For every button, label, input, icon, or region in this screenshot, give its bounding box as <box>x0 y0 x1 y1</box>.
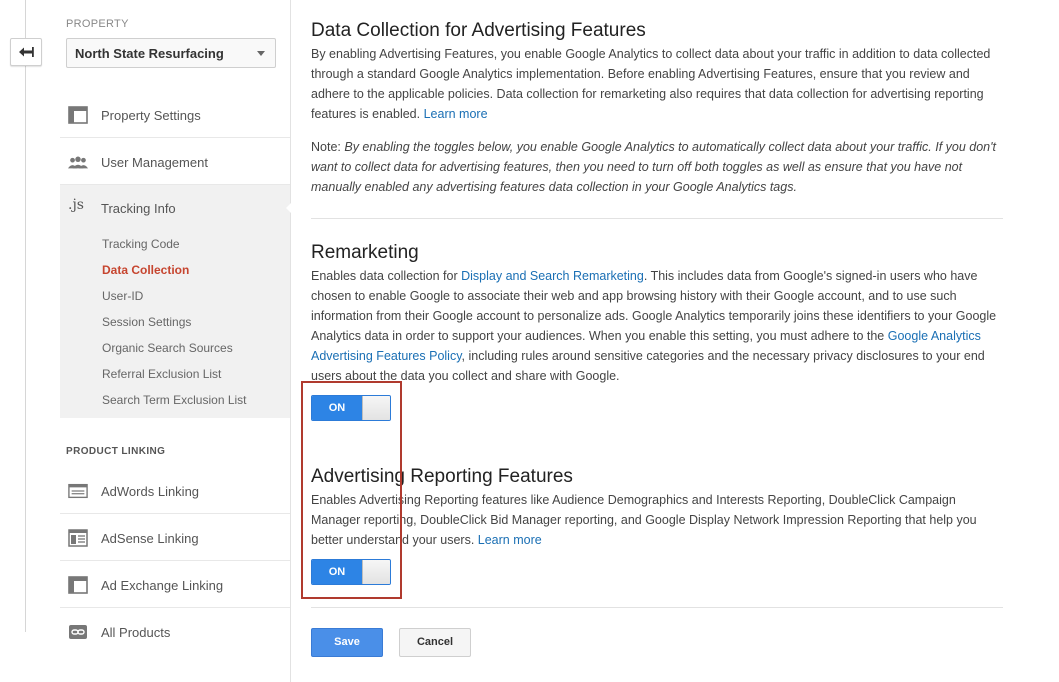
ad-exchange-icon <box>68 576 88 594</box>
data-collection-heading: Data Collection for Advertising Features <box>311 20 646 41</box>
subitem-session-settings[interactable]: Session Settings <box>102 315 191 329</box>
save-button[interactable]: Save <box>311 628 383 657</box>
remarketing-link[interactable]: Display and Search Remarketing <box>461 269 644 283</box>
property-select[interactable]: North State Resurfacing <box>66 38 276 68</box>
sidebar-item-label: AdWords Linking <box>101 484 200 499</box>
learn-more-link[interactable]: Learn more <box>478 533 542 547</box>
chevron-down-icon <box>257 51 265 56</box>
sidebar-item-adsense-linking[interactable]: AdSense Linking <box>60 515 290 561</box>
sidebar-item-user-management[interactable]: User Management <box>60 139 290 185</box>
back-rail <box>25 0 26 632</box>
link-icon <box>69 625 87 639</box>
subitem-search-term-exclusion-list[interactable]: Search Term Exclusion List <box>102 393 247 407</box>
property-label: PROPERTY <box>66 18 129 30</box>
advertising-reporting-heading: Advertising Reporting Features <box>311 466 573 487</box>
advertising-reporting-text: Enables Advertising Reporting features l… <box>311 493 977 547</box>
subitem-organic-search-sources[interactable]: Organic Search Sources <box>102 341 233 355</box>
sidebar-item-ad-exchange-linking[interactable]: Ad Exchange Linking <box>60 562 290 608</box>
advertising-reporting-toggle[interactable]: ON <box>311 559 391 585</box>
tracking-info-group: .js Tracking Info Tracking Code Data Col… <box>60 185 290 418</box>
toggle-knob <box>362 560 390 584</box>
sidebar-item-tracking-info[interactable]: .js Tracking Info <box>60 185 290 231</box>
back-button[interactable] <box>10 38 42 66</box>
toggle-on-label: ON <box>312 560 362 584</box>
toggle-knob <box>362 396 390 420</box>
sidebar-item-label: User Management <box>101 155 208 170</box>
subitem-user-id[interactable]: User-ID <box>102 289 143 303</box>
sidebar-item-label: Tracking Info <box>101 201 176 216</box>
js-icon: .js <box>68 197 84 213</box>
sidebar-divider <box>290 0 291 682</box>
active-item-pointer <box>286 201 293 215</box>
sidebar-item-label: All Products <box>101 625 171 640</box>
property-select-value: North State Resurfacing <box>75 46 224 61</box>
learn-more-link[interactable]: Learn more <box>424 107 488 121</box>
remarketing-description: Enables data collection for Display and … <box>311 266 1003 386</box>
subitem-data-collection[interactable]: Data Collection <box>102 263 189 277</box>
data-collection-text: By enabling Advertising Features, you en… <box>311 47 991 121</box>
property-settings-icon <box>68 106 88 124</box>
sidebar-item-adwords-linking[interactable]: AdWords Linking <box>60 468 290 514</box>
product-linking-heading: PRODUCT LINKING <box>66 446 166 457</box>
note-label: Note: <box>311 140 341 154</box>
section-divider <box>311 218 1003 219</box>
advertising-reporting-description: Enables Advertising Reporting features l… <box>311 490 1003 550</box>
back-arrow-icon <box>19 47 34 57</box>
remarketing-toggle[interactable]: ON <box>311 395 391 421</box>
adwords-icon <box>68 483 88 499</box>
users-icon <box>68 156 88 169</box>
note-paragraph: Note: By enabling the toggles below, you… <box>311 137 1003 197</box>
sidebar-item-all-products[interactable]: All Products <box>60 609 290 655</box>
note-text: By enabling the toggles below, you enabl… <box>311 140 996 194</box>
subitem-tracking-code[interactable]: Tracking Code <box>102 237 180 251</box>
sidebar-item-property-settings[interactable]: Property Settings <box>60 92 290 138</box>
sidebar-item-label: AdSense Linking <box>101 531 199 546</box>
cancel-button[interactable]: Cancel <box>399 628 471 657</box>
subitem-referral-exclusion-list[interactable]: Referral Exclusion List <box>102 367 221 381</box>
toggle-on-label: ON <box>312 396 362 420</box>
data-collection-description: By enabling Advertising Features, you en… <box>311 44 1003 124</box>
section-divider <box>311 607 1003 608</box>
remarketing-text-1: Enables data collection for <box>311 269 458 283</box>
admin-sidebar: PROPERTY North State Resurfacing Propert… <box>60 0 290 682</box>
remarketing-heading: Remarketing <box>311 242 419 263</box>
adsense-icon <box>68 529 88 547</box>
sidebar-item-label: Ad Exchange Linking <box>101 578 224 593</box>
sidebar-item-label: Property Settings <box>101 108 201 123</box>
